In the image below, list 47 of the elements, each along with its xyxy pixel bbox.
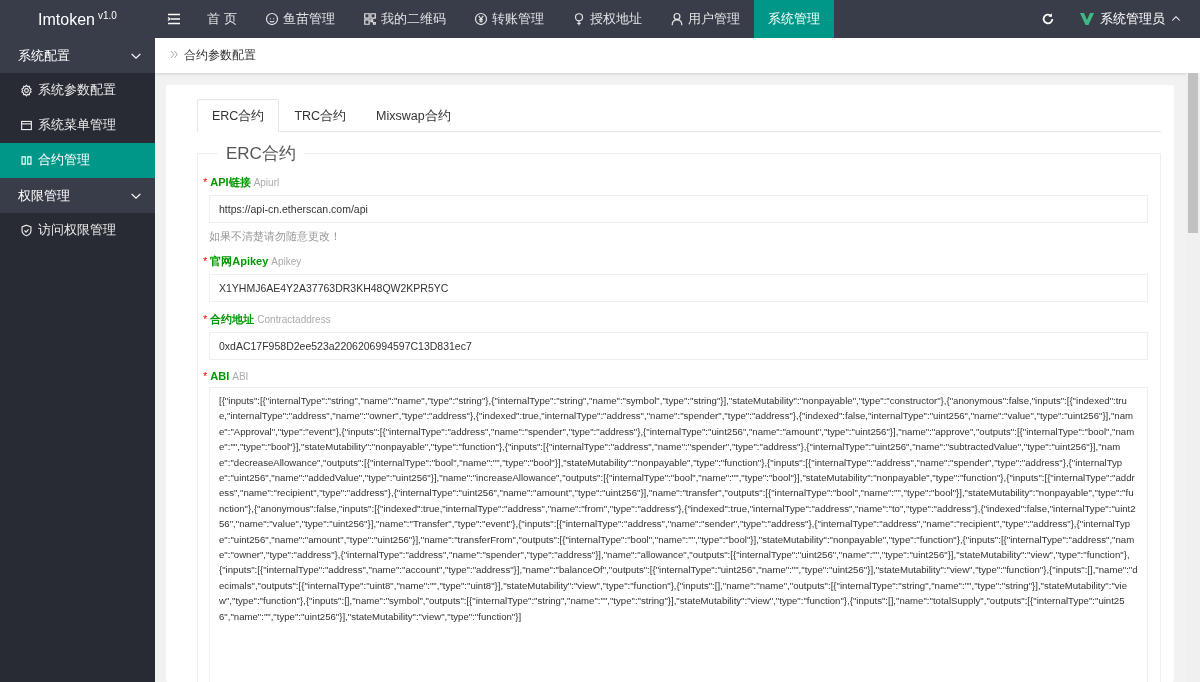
required-mark: * — [203, 176, 208, 188]
user-icon — [669, 12, 684, 26]
menu-item[interactable]: 合约管理 — [0, 143, 155, 178]
input-field[interactable]: X1YHMJ6AE4Y2A37763DR3KH48QW2KPR5YC — [209, 274, 1148, 302]
field-label: 官网Apikey — [210, 254, 269, 269]
required-mark: * — [203, 255, 208, 267]
help-text: 如果不清楚请勿随意更改！ — [209, 230, 342, 244]
nav-tab[interactable]: 授权地址 — [557, 0, 656, 38]
qr-code-icon — [362, 12, 377, 26]
user-menu[interactable]: 系统管理员 — [1073, 9, 1188, 29]
input-field[interactable]: 0xdAC17F958D2ee523a2206206994597C13D831ec7 — [209, 332, 1148, 360]
input-field[interactable]: https://api-cn.etherscan.com/api — [209, 195, 1148, 223]
field-label: ABI — [210, 370, 230, 382]
tab[interactable]: TRC合约 — [279, 99, 362, 132]
face-icon — [264, 12, 279, 26]
field-label: API链接 — [210, 175, 251, 190]
tab[interactable]: Mixswap合约 — [361, 99, 466, 132]
menu-group[interactable]: 权限管理 — [0, 178, 155, 213]
columns-icon — [20, 154, 33, 167]
app-name: Imtoken — [38, 10, 95, 28]
yen-coin-icon — [473, 12, 488, 26]
text-area[interactable]: [{"inputs":[{"internalType":"string","name":"name","type":"string"},{"internalType":"string","name":"symbol","type":"string"}],"stateMutability":"nonpayable","type":"constructor"},{"anonymous":false,"inputs":[{"indexed":true,"internalType":"address","name":"owner","type":"address"},{"indexed":true,"internalType":"address","name":"spender","type":"address"},{"indexed":false,"internalType":"uint256","name":"value","type":"uint256"}],"name":"Approval","type":"event"},{"inputs":[{"internalType":"address","name":"spender","type":"address"},{"internalType":"uint256","name":"amount","type":"uint256"}],"name":"approve","outputs":[{"internalType":"bool","name":"","type":"bool"}],"stateMutability":"nonpayable","type":"function"},{"inputs":[{"internalType":"address","name":"spender","type":"address"},{"internalType":"uint256","name":"subtractedValue","type":"uint256"}],"name":"decreaseAllowance","outputs":[{"internalType":"bool","name":"","type":"bool"}],"stateMutability":"nonpayable","type":"function"},{"inputs":[{"internalType":"address","name":"spender","type":"address"},{"internalType":"uint256","name":"addedValue","type":"uint256"}],"name":"increaseAllowance","outputs":[{"internalType":"bool","name":"","type":"bool"}],"stateMutability":"nonpayable","type":"function"},{"inputs":[{"internalType":"address","name":"recipient","type":"address"},{"internalType":"uint256","name":"amount","type":"uint256"}],"name":"transfer","outputs":[{"internalType":"bool","name":"","type":"bool"}],"stateMutability":"nonpayable","type":"function"},{"anonymous":false,"inputs":[{"indexed":true,"internalType":"address","name":"from","type":"address"},{"indexed":true,"internalType":"address","name":"to","type":"address"},{"indexed":false,"internalType":"uint256","name":"value","type":"uint256"}],"name":"Transfer","type":"event"},{"inputs":[{"internalType":"address","name":"sender","type":"address"},{"internalType":"address","name":"recipient","type":"address"},{"internalType":"uint256","name":"amount","type":"uint256"}],"name":"transferFrom","outputs":[{"internalType":"bool","name":"","type":"bool"}],"stateMutability":"nonpayable","type":"function"},{"inputs":[{"internalType":"address","name":"owner","type":"address"},{"internalType":"address","name":"spender","type":"address"}],"name":"allowance","outputs":[{"internalType":"uint256","name":"","type":"uint256"}],"stateMutability":"view","type":"function"},{"inputs":[{"internalType":"address","name":"account","type":"address"}],"name":"balanceOf","outputs":[{"internalType":"uint256","name":"","type":"uint256"}],"stateMutability":"view","type":"function"},{"inputs":[],"name":"decimals","outputs":[{"internalType":"uint8","name":"","type":"uint8"}],"stateMutability":"view","type":"function"},{"inputs":[],"name":"name","outputs":[{"internalType":"string","name":"","type":"string"}],"stateMutability":"view","type":"function"},{"inputs":[],"name":"symbol","outputs":[{"internalType":"string","name":"","type":"string"}],"stateMutability":"view","type":"function"},{"inputs":[],"name":"totalSupply","outputs":[{"internalType":"uint256","name":"","type":"uint256"}],"stateMutability":"view","type":"function"}] — [209, 387, 1148, 682]
nav-tab[interactable]: 系统管理 — [753, 0, 834, 38]
field-hint: ABI — [232, 371, 249, 382]
field-hint: Apiurl — [253, 177, 280, 188]
field-hint: Contractaddress — [257, 314, 331, 325]
shield-icon — [20, 224, 33, 237]
nav-tab[interactable]: 我的二维码 — [348, 0, 460, 38]
gear-icon — [20, 84, 33, 97]
breadcrumb: 合约参数配置 — [184, 47, 256, 64]
menu-icon[interactable] — [166, 11, 182, 27]
refresh-icon[interactable] — [1041, 12, 1055, 26]
menu-group[interactable]: 系统配置 — [0, 38, 155, 73]
field-hint: Apikey — [271, 256, 302, 267]
version-label: v1.0 — [98, 9, 117, 21]
double-chevron-icon — [169, 48, 180, 60]
required-mark: * — [203, 313, 208, 325]
field-label: 合约地址 — [210, 312, 255, 327]
nav-tab[interactable]: 用户管理 — [655, 0, 754, 38]
required-mark: * — [203, 370, 208, 382]
nav-tab[interactable]: 首 页 — [193, 0, 251, 38]
tab[interactable]: ERC合约 — [197, 99, 280, 132]
nav-tab[interactable]: 鱼苗管理 — [250, 0, 349, 38]
section-title: ERC合约 — [225, 143, 297, 165]
nav-tab[interactable]: 转账管理 — [459, 0, 558, 38]
v-logo-icon — [1079, 11, 1095, 27]
window-icon — [20, 119, 33, 132]
